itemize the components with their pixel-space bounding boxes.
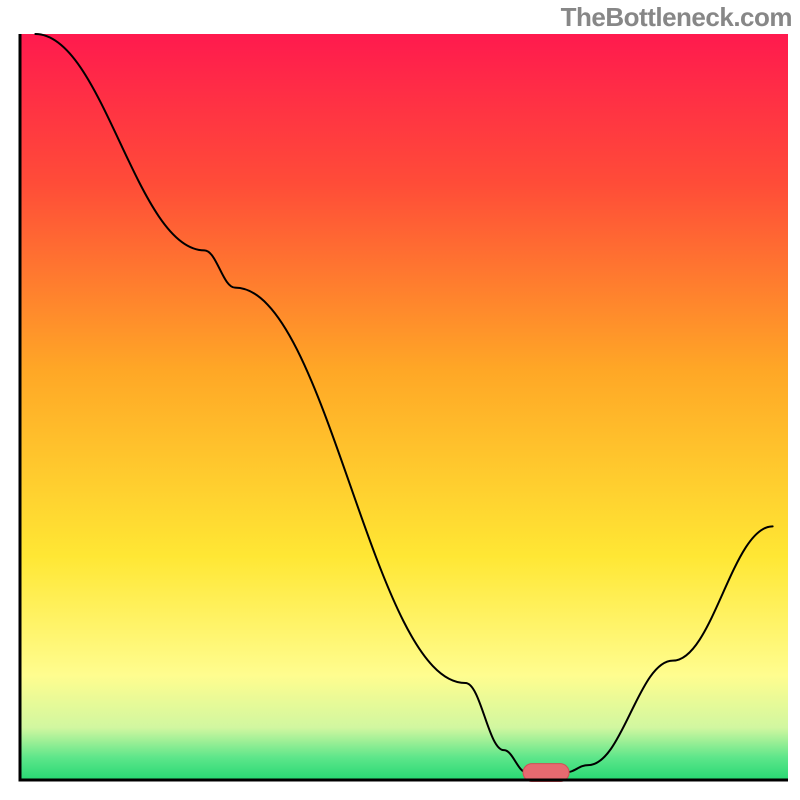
bottleneck-chart bbox=[0, 0, 800, 800]
gradient-background bbox=[20, 34, 788, 780]
watermark-text: TheBottleneck.com bbox=[561, 2, 792, 33]
chart-container: TheBottleneck.com bbox=[0, 0, 800, 800]
